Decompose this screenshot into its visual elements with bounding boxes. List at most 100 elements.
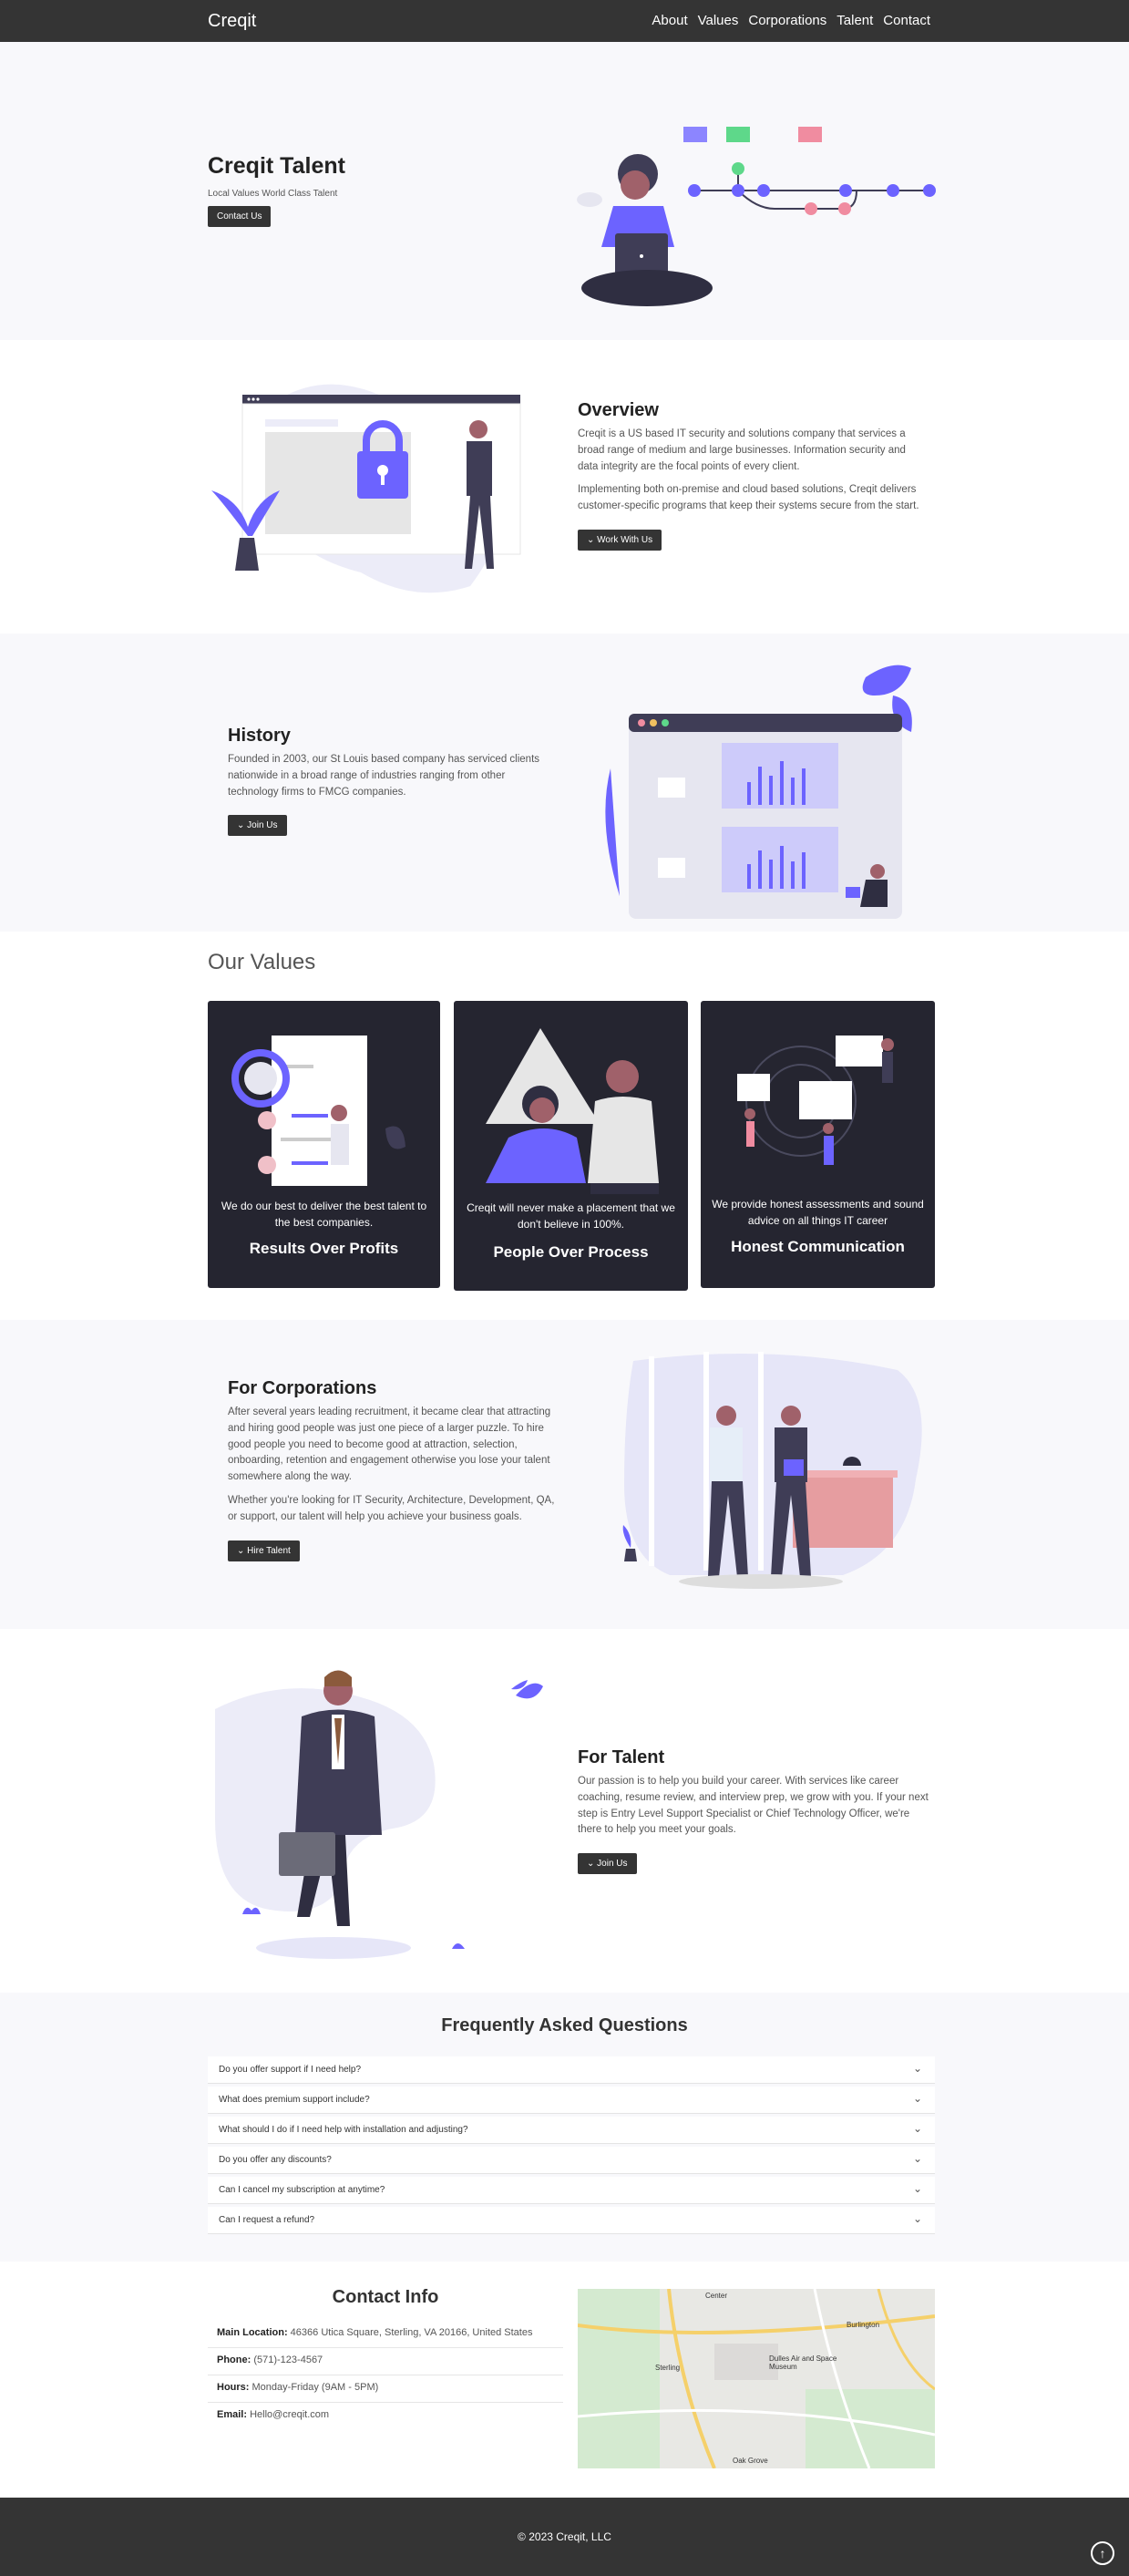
faq-question: What does premium support include? [219, 2095, 370, 2105]
nav-link-values[interactable]: Values [698, 13, 739, 28]
talent-title: For Talent [578, 1747, 665, 1767]
faq-question: Do you offer support if I need help? [219, 2065, 362, 2075]
location-map[interactable]: Center Burlington Sterling Dulles Air an… [578, 2289, 935, 2468]
talent-join-us-button[interactable]: ⌄ Join Us [578, 1853, 637, 1875]
chevron-down-icon: ⌄ [587, 1859, 598, 1870]
faq-question: Do you offer any discounts? [219, 2155, 332, 2165]
hours-value: Monday-Friday (9AM - 5PM) [251, 2382, 379, 2393]
hours-label: Hours: [217, 2382, 250, 2393]
contact-phone: Phone: (571)-123-4567 [208, 2348, 563, 2375]
corporations-paragraph-1: After several years leading recruitment,… [228, 1406, 551, 1483]
value-card-text: We do our best to deliver the best talen… [221, 1200, 427, 1229]
faq-section: Frequently Asked Questions Do you offer … [0, 1993, 1129, 2262]
people-illustration [486, 1028, 659, 1194]
footer: © 2023 Creqit, LLC ↑ [0, 2498, 1129, 2576]
contact-location: Main Location: 46366 Utica Square, Sterl… [208, 2321, 563, 2348]
value-card-results: We do our best to deliver the best talen… [208, 1001, 440, 1288]
contact-section: Contact Info Main Location: 46366 Utica … [0, 2262, 1129, 2498]
map-label: Burlington [847, 2321, 880, 2329]
hire-talent-button[interactable]: ⌄ Hire Talent [228, 1540, 300, 1561]
value-card-caption: Results Over Profits [249, 1240, 399, 1257]
corporations-paragraph-2: Whether you're looking for IT Security, … [228, 1495, 555, 1522]
copyright: © 2023 Creqit, LLC [518, 2530, 611, 2543]
faq-item[interactable]: What should I do if I need help with ins… [208, 2117, 935, 2144]
faq-question: Can I request a refund? [219, 2215, 315, 2225]
faq-item[interactable]: Can I request a refund? ⌄ [208, 2207, 935, 2234]
value-card-text: We provide honest assessments and sound … [712, 1198, 924, 1227]
nav-link-corporations[interactable]: Corporations [748, 13, 826, 28]
chevron-down-icon: ⌄ [912, 2122, 922, 2135]
handshake-illustration [622, 1352, 922, 1589]
security-illustration [211, 384, 521, 593]
hero-title: Creqit Talent [208, 153, 345, 179]
overview-paragraph-1: Creqit is a US based IT security and sol… [578, 428, 906, 472]
work-with-us-button[interactable]: ⌄ Work With Us [578, 530, 662, 551]
talent-join-us-label: Join Us [597, 1859, 628, 1870]
faq-question: Can I cancel my subscription at anytime? [219, 2185, 385, 2195]
faq-item[interactable]: Do you offer support if I need help? ⌄ [208, 2056, 935, 2084]
hire-talent-label: Hire Talent [247, 1545, 291, 1556]
map-label: Center [705, 2292, 728, 2300]
nav-link-about[interactable]: About [652, 13, 687, 28]
hero-illustration [577, 127, 936, 306]
talent-search-illustration [231, 1036, 405, 1186]
nav-links: About Values Corporations Talent Contact [652, 13, 930, 28]
value-card-caption: People Over Process [493, 1243, 649, 1261]
join-us-label: Join Us [247, 820, 278, 831]
join-us-button[interactable]: ⌄ Join Us [228, 815, 287, 837]
values-title: Our Values [208, 950, 316, 974]
history-section: History Founded in 2003, our St Louis ba… [0, 634, 1129, 932]
value-card-text: Creqit will never make a placement that … [467, 1201, 675, 1231]
map-label: Sterling [655, 2364, 681, 2372]
work-with-us-label: Work With Us [597, 535, 653, 546]
contact-us-button[interactable]: Contact Us [208, 206, 272, 227]
phone-value: (571)-123-4567 [253, 2354, 323, 2365]
faq-item[interactable]: What does premium support include? ⌄ [208, 2087, 935, 2114]
talent-paragraph: Our passion is to help you build your ca… [578, 1776, 929, 1836]
chevron-down-icon: ⌄ [912, 2092, 922, 2105]
contact-email: Email: Hello@creqit.com [208, 2403, 563, 2430]
value-card-people: Creqit will never make a placement that … [454, 1001, 688, 1291]
phone-label: Phone: [217, 2354, 251, 2365]
faq-question: What should I do if I need help with ins… [219, 2125, 468, 2135]
email-value[interactable]: Hello@creqit.com [250, 2409, 329, 2420]
email-label: Email: [217, 2409, 248, 2420]
map-graphic [578, 2289, 935, 2468]
overview-paragraph-2: Implementing both on-premise and cloud b… [578, 484, 919, 512]
values-section: Our Values We do our best to deliver the… [0, 932, 1129, 1320]
chevron-down-icon: ⌄ [912, 2212, 922, 2225]
nav-link-talent[interactable]: Talent [836, 13, 873, 28]
communication-illustration [737, 1036, 894, 1165]
chevron-down-icon: ⌄ [237, 820, 248, 831]
businessman-illustration [215, 1670, 543, 1959]
value-card-communication: We provide honest assessments and sound … [701, 1001, 935, 1288]
corporations-section: For Corporations After several years lea… [0, 1320, 1129, 1629]
overview-title: Overview [578, 400, 659, 420]
overview-section: Overview Creqit is a US based IT securit… [0, 340, 1129, 634]
faq-title: Frequently Asked Questions [441, 2015, 688, 2035]
chevron-down-icon: ⌄ [912, 2062, 922, 2075]
history-title: History [228, 726, 291, 746]
map-label: Oak Grove [733, 2457, 768, 2465]
nav-link-contact[interactable]: Contact [883, 13, 930, 28]
value-card-caption: Honest Communication [731, 1238, 905, 1255]
location-label: Main Location: [217, 2327, 288, 2338]
contact-title: Contact Info [332, 2287, 439, 2307]
corporations-title: For Corporations [228, 1378, 377, 1398]
chevron-down-icon: ⌄ [912, 2152, 922, 2165]
brand-logo[interactable]: Creqit [208, 11, 256, 32]
chevron-down-icon: ⌄ [912, 2182, 922, 2195]
arrow-up-icon[interactable]: ↑ [1091, 2541, 1114, 2565]
location-value: 46366 Utica Square, Sterling, VA 20166, … [290, 2327, 533, 2338]
hero-section: Creqit Talent Local Values World Class T… [0, 42, 1129, 340]
history-paragraph: Founded in 2003, our St Louis based comp… [228, 754, 540, 798]
analytics-illustration [605, 665, 912, 919]
faq-item[interactable]: Can I cancel my subscription at anytime?… [208, 2177, 935, 2204]
chevron-down-icon: ⌄ [587, 535, 598, 546]
contact-hours: Hours: Monday-Friday (9AM - 5PM) [208, 2375, 563, 2403]
navbar: Creqit About Values Corporations Talent … [0, 0, 1129, 42]
talent-section: For Talent Our passion is to help you bu… [0, 1629, 1129, 1993]
chevron-down-icon: ⌄ [237, 1545, 248, 1556]
faq-item[interactable]: Do you offer any discounts? ⌄ [208, 2147, 935, 2174]
hero-subtitle: Local Values World Class Talent [208, 189, 338, 199]
